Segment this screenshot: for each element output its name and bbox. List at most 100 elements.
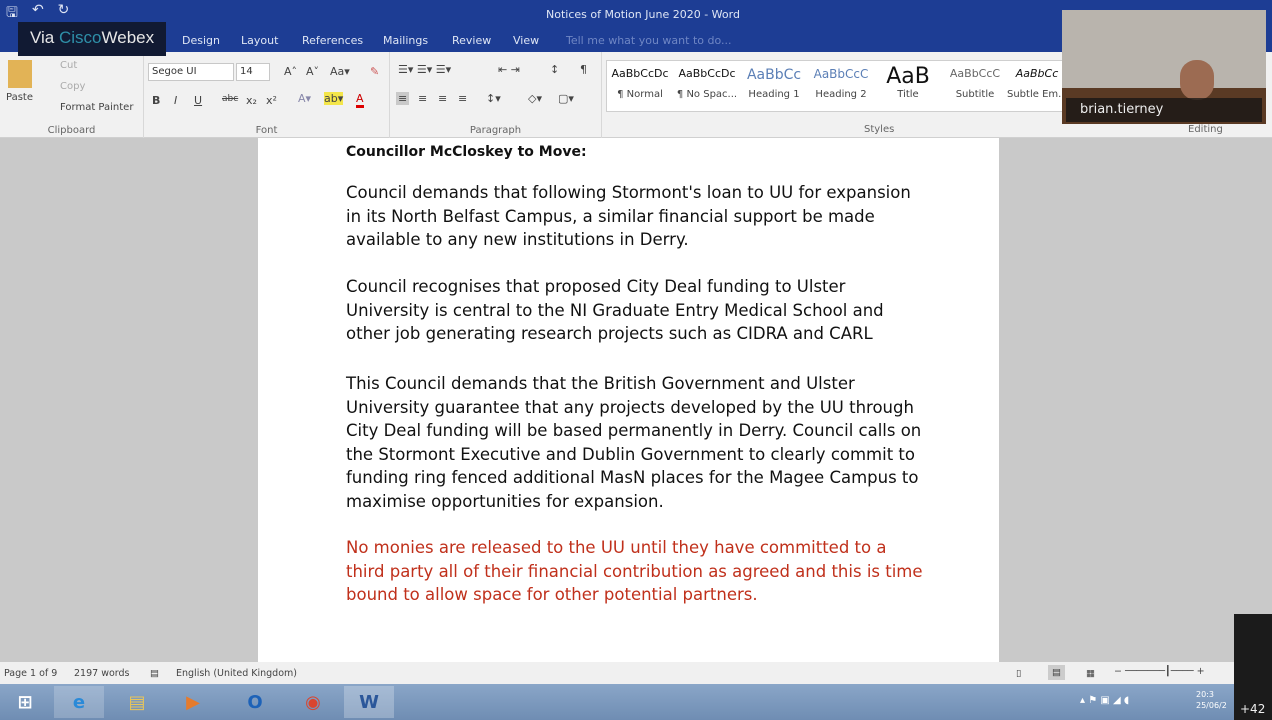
paragraph-4[interactable]: No monies are released to the UU until t… — [346, 536, 926, 607]
tab-view[interactable]: View — [513, 34, 539, 47]
font-name-select[interactable]: Segoe UI — [148, 63, 234, 81]
change-case-icon[interactable]: Aa▾ — [330, 65, 350, 78]
grow-font-icon[interactable]: A˄ — [284, 65, 297, 78]
paragraph-2[interactable]: Council recognises that proposed City De… — [346, 275, 926, 346]
taskbar: ⊞ e ▤ ▶ O ◉ W ▴ ⚑ ▣ ◢ ◖ 20:3 25/06/2 — [0, 684, 1272, 720]
web-layout-icon[interactable]: ▦ — [1086, 668, 1095, 679]
underline-button[interactable]: U — [194, 94, 202, 107]
clock[interactable]: 20:3 25/06/2 — [1196, 689, 1227, 711]
style-name: Title — [897, 89, 919, 100]
word-icon[interactable]: W — [344, 686, 394, 718]
pilcrow-icon[interactable]: ¶ — [580, 63, 587, 76]
superscript-button[interactable]: x² — [266, 94, 277, 107]
file-explorer-icon[interactable]: ▤ — [112, 686, 162, 718]
read-mode-icon[interactable]: ▯ — [1016, 668, 1021, 679]
text-effects-icon[interactable]: A▾ — [298, 92, 311, 105]
style-no-spacing[interactable]: AaBbCcDc ¶ No Spac... — [674, 67, 740, 100]
subscript-button[interactable]: x₂ — [246, 94, 257, 107]
start-button[interactable]: ⊞ — [0, 686, 50, 718]
italic-button[interactable]: I — [174, 94, 177, 107]
print-layout-icon[interactable]: ▤ — [1048, 665, 1065, 680]
status-bar: Page 1 of 9 2197 words ▤ English (United… — [0, 662, 1272, 684]
style-sample: AaBbCc — [746, 67, 802, 83]
paragraph-label: Paragraph — [469, 125, 522, 136]
proofing-icon[interactable]: ▤ — [150, 668, 159, 679]
paste-icon[interactable] — [8, 60, 32, 88]
format-painter-button[interactable]: Format Painter — [60, 102, 133, 113]
zoom-slider[interactable]: − ───────┃──── + — [1114, 666, 1205, 677]
tab-review[interactable]: Review — [452, 34, 491, 47]
overlay-corner: +42 — [1234, 614, 1272, 720]
motion-heading: Councillor McCloskey to Move: — [346, 144, 587, 160]
sort-icon[interactable]: ↕ — [550, 63, 559, 76]
editing-label: Editing — [1188, 124, 1223, 135]
shading-icon[interactable]: ◇▾ — [528, 92, 542, 105]
clock-time: 20:3 — [1196, 690, 1214, 699]
paragraph-1[interactable]: Council demands that following Stormont'… — [346, 181, 926, 252]
style-sample: AaB — [886, 64, 930, 89]
webex-cisco: Cisco — [59, 28, 102, 47]
font-group: Segoe UI 14 A˄ A˅ Aa▾ ✎ B I U abc x₂ x² … — [144, 52, 390, 138]
align-center-icon[interactable]: ≡ — [418, 92, 427, 105]
bullets-icon[interactable]: ☰▾ ☰▾ ☰▾ — [398, 63, 451, 76]
paragraph-3[interactable]: This Council demands that the British Go… — [346, 372, 926, 513]
style-name: ¶ No Spac... — [676, 89, 738, 100]
style-name: Heading 1 — [748, 89, 800, 100]
overlay-count: +42 — [1240, 702, 1266, 716]
style-sample: AaBbCcC — [813, 67, 869, 81]
align-right-icon[interactable]: ≡ — [438, 92, 447, 105]
style-name: ¶ Normal — [617, 89, 663, 100]
style-sample: AaBbCcC — [949, 67, 1001, 80]
clipboard-label: Clipboard — [47, 125, 96, 136]
tab-design[interactable]: Design — [182, 34, 220, 47]
line-spacing-icon[interactable]: ↕▾ — [486, 92, 501, 105]
style-name: Subtitle — [955, 89, 995, 100]
style-subtle-emphasis[interactable]: AaBbCc Subtle Em... — [1007, 67, 1067, 100]
save-icon[interactable]: 🖫 — [6, 2, 18, 26]
style-subtitle[interactable]: AaBbCcC Subtitle — [942, 67, 1008, 100]
system-tray-icons[interactable]: ▴ ⚑ ▣ ◢ ◖ — [1080, 695, 1129, 706]
font-color-icon[interactable]: A — [356, 92, 364, 108]
tab-references[interactable]: References — [302, 34, 363, 47]
shrink-font-icon[interactable]: A˅ — [306, 65, 319, 78]
tell-me-input[interactable]: Tell me what you want to do... — [566, 34, 732, 47]
window-title: Notices of Motion June 2020 - Word — [546, 8, 740, 21]
style-normal[interactable]: AaBbCcDc ¶ Normal — [607, 67, 673, 100]
justify-icon[interactable]: ≡ — [458, 92, 467, 105]
style-name: Subtle Em... — [1007, 89, 1067, 100]
style-heading-2[interactable]: AaBbCcC Heading 2 — [808, 67, 874, 100]
tab-mailings[interactable]: Mailings — [383, 34, 428, 47]
cut-button[interactable]: Cut — [60, 60, 77, 71]
style-heading-1[interactable]: AaBbCc Heading 1 — [741, 67, 807, 100]
paste-button[interactable]: Paste — [6, 92, 33, 103]
copy-button[interactable]: Copy — [60, 81, 85, 92]
style-name: Heading 2 — [815, 89, 867, 100]
outlook-icon[interactable]: O — [230, 686, 280, 718]
participant-name: brian.tierney — [1066, 98, 1262, 122]
bold-button[interactable]: B — [152, 94, 160, 107]
language[interactable]: English (United Kingdom) — [176, 668, 297, 679]
style-sample: AaBbCcDc — [678, 67, 736, 80]
tab-layout[interactable]: Layout — [241, 34, 278, 47]
borders-icon[interactable]: ▢▾ — [558, 92, 574, 105]
webex-via: Via — [30, 28, 59, 47]
paragraph-group: ☰▾ ☰▾ ☰▾ ⇤ ⇥ ↕ ¶ ≡ ≡ ≡ ≡ ↕▾ ◇▾ ▢▾ Paragr… — [390, 52, 602, 138]
word-count[interactable]: 2197 words — [74, 668, 130, 679]
clipboard-group: Paste Cut Copy Format Painter Clipboard — [0, 52, 144, 138]
internet-explorer-icon[interactable]: e — [54, 686, 104, 718]
chrome-icon[interactable]: ◉ — [288, 686, 338, 718]
participant-video — [1180, 60, 1214, 100]
style-sample: AaBbCc — [1015, 67, 1059, 80]
media-player-icon[interactable]: ▶ — [168, 686, 218, 718]
clear-format-icon[interactable]: ✎ — [370, 65, 379, 78]
font-label: Font — [255, 125, 278, 136]
highlight-icon[interactable]: ab▾ — [324, 92, 344, 105]
align-left-icon[interactable]: ≡ — [396, 92, 410, 105]
page-count[interactable]: Page 1 of 9 — [4, 668, 57, 679]
style-title[interactable]: AaB Title — [875, 64, 941, 101]
webex-brand: Webex — [101, 28, 155, 47]
indent-icon[interactable]: ⇤ ⇥ — [498, 63, 520, 76]
font-size-select[interactable]: 14 — [236, 63, 270, 81]
strikethrough-button[interactable]: abc — [222, 94, 238, 104]
styles-gallery: AaBbCcDc ¶ Normal AaBbCcDc ¶ No Spac... Aa… — [606, 60, 1067, 112]
